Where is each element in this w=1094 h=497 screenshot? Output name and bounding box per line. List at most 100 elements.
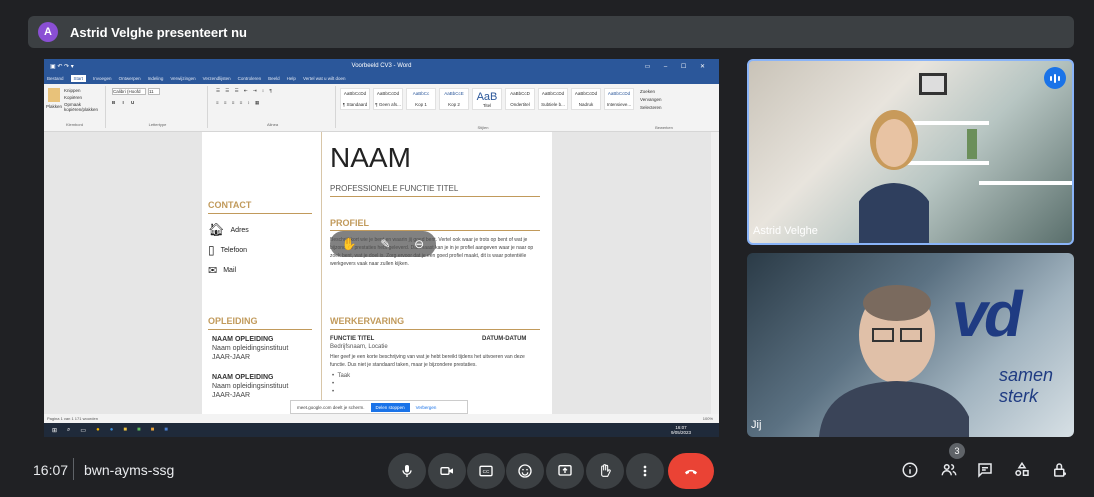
leave-call-button[interactable]: [668, 453, 714, 489]
app-icon[interactable]: ■: [151, 427, 155, 433]
edge-icon[interactable]: ●: [110, 427, 114, 433]
cv-subtitle: PROFESSIONELE FUNCTIE TITEL: [330, 184, 459, 193]
camera-button[interactable]: [428, 453, 466, 489]
replace-button[interactable]: Vervangen: [640, 96, 662, 104]
experience-heading: WERKERVARING: [330, 316, 405, 326]
vertical-scrollbar[interactable]: [711, 132, 719, 414]
ribbon-tab[interactable]: Ontwerpen: [119, 76, 141, 81]
copy-button[interactable]: Kopiëren: [64, 95, 82, 100]
ribbon-tab[interactable]: Invoegen: [93, 76, 112, 81]
self-tile[interactable]: vd samen sterk Jij: [747, 253, 1074, 437]
screen-share-bar: meet.google.com deelt je scherm. Delen s…: [290, 400, 468, 414]
reactions-button[interactable]: [506, 453, 544, 489]
word-icon[interactable]: ■: [164, 427, 168, 433]
style-item[interactable]: AaBbCcDd Intensieve...: [604, 88, 634, 110]
zoom-level[interactable]: 100%: [703, 416, 713, 421]
contact-heading: CONTACT: [208, 200, 252, 210]
style-item[interactable]: AaBbCcD Ondertitel: [505, 88, 535, 110]
more-vert-icon: [643, 465, 647, 477]
ribbon-tab[interactable]: Bestand: [47, 76, 64, 81]
select-button[interactable]: Selecteren: [640, 104, 662, 112]
ribbon-tab-active[interactable]: Start: [70, 75, 87, 82]
style-item[interactable]: AaBbCcDd ¶ Standaard: [340, 88, 370, 110]
speaking-indicator-icon: [1044, 67, 1066, 89]
people-button[interactable]: [937, 458, 961, 482]
education-heading: OPLEIDING: [208, 316, 258, 326]
paste-label[interactable]: Plakken: [46, 104, 62, 109]
contact-mail: ✉ Mail: [208, 265, 237, 277]
hand-icon: ✋: [341, 237, 357, 251]
hide-button[interactable]: Verbergen: [416, 405, 437, 410]
app-icon[interactable]: ■: [137, 427, 141, 433]
windows-start-icon[interactable]: ⊞: [52, 427, 57, 434]
explorer-icon[interactable]: ■: [123, 427, 127, 433]
word-status-bar: Pagina 1 van 1 171 woorden 100%: [44, 414, 719, 423]
tell-me-box[interactable]: Vertel wat u wilt doen: [303, 76, 346, 81]
divider: [208, 213, 312, 214]
style-item[interactable]: AaBbCcE Kop 2: [439, 88, 469, 110]
activities-button[interactable]: [1010, 458, 1034, 482]
present-button[interactable]: [546, 453, 584, 489]
contact-address: 🏠︎ Adres: [208, 222, 249, 237]
styles-label: Stijlen: [477, 125, 489, 130]
chrome-icon[interactable]: ●: [96, 427, 100, 433]
style-item[interactable]: AaBbCcDd ¶ Geen afs...: [373, 88, 403, 110]
phone-icon: ▯: [208, 243, 215, 257]
host-controls-button[interactable]: [1048, 458, 1072, 482]
taskbar-clock: 16:07 9/05/2023: [670, 425, 691, 435]
font-name-box[interactable]: Calibri (Hoofd: [112, 88, 146, 95]
clipboard-group: Plakken Knippen Kopiëren Opmaak kopiëren…: [44, 86, 106, 128]
word-window-title: Voorbeeld CV3 - Word: [351, 63, 412, 69]
self-video: [819, 285, 969, 437]
stop-sharing-button[interactable]: Delen stoppen: [370, 402, 410, 412]
styles-gallery: AaBbCcDd ¶ Standaard AaBbCcDd ¶ Geen afs..…: [340, 88, 634, 110]
ribbon-tab[interactable]: Verwijzingen: [170, 76, 195, 81]
ribbon-tab[interactable]: Controleren: [238, 76, 262, 81]
job-title: FUNCTIE TITEL: [330, 336, 375, 342]
divider: [330, 329, 540, 330]
ribbon-tab[interactable]: Help: [287, 76, 296, 81]
task-view-icon[interactable]: ▭: [80, 427, 86, 434]
meeting-details-button[interactable]: [898, 458, 922, 482]
more-options-button[interactable]: [626, 453, 664, 489]
style-item[interactable]: AaBbCcDd Nadruk: [571, 88, 601, 110]
microphone-button[interactable]: [388, 453, 426, 489]
ribbon-tab[interactable]: Indeling: [148, 76, 164, 81]
style-item[interactable]: AaBbCc Kop 1: [406, 88, 436, 110]
divider: [73, 458, 74, 480]
format-buttons[interactable]: B I U: [112, 100, 137, 105]
raise-hand-button[interactable]: [586, 453, 624, 489]
search-icon[interactable]: ⌕: [67, 427, 70, 434]
people-icon: [941, 464, 957, 476]
find-button[interactable]: Zoeken: [640, 88, 662, 96]
info-icon: [902, 462, 918, 478]
camera-icon: [440, 467, 453, 475]
font-size-box[interactable]: 11: [148, 88, 160, 95]
align-buttons[interactable]: ≡ ≡ ≡ ≡ ↕ ▦: [216, 100, 261, 106]
eraser-icon: ✎: [380, 237, 391, 251]
document-area: NAAM PROFESSIONELE FUNCTIE TITEL CONTACT…: [44, 132, 719, 414]
list-buttons[interactable]: ☰ ☰ ☰ ⇤ ⇥ ↕ ¶: [216, 88, 274, 94]
profile-heading: PROFIEL: [330, 218, 370, 228]
font-label: Lettertype: [148, 122, 167, 127]
document-page: NAAM PROFESSIONELE FUNCTIE TITEL CONTACT…: [202, 132, 552, 414]
sign-text: samen sterk: [999, 365, 1054, 406]
job-date: DATUM-DATUM: [482, 336, 527, 342]
hang-up-icon: [685, 469, 697, 475]
cut-button[interactable]: Knippen: [64, 88, 81, 93]
style-item[interactable]: AaBbCcDd Subtiele b...: [538, 88, 568, 110]
format-painter-button[interactable]: Opmaak kopiëren/plakken: [64, 102, 105, 112]
present-screen-icon: [558, 465, 572, 476]
divider: [330, 196, 540, 197]
chat-button[interactable]: [973, 458, 997, 482]
participant-tile[interactable]: Astrid Velghe: [747, 59, 1074, 245]
quick-access-icons: ▣ ↶ ↷ ▾: [50, 63, 74, 70]
emoji-icon: [518, 464, 532, 478]
ribbon-tab[interactable]: Beeld: [268, 76, 280, 81]
ribbon-tab[interactable]: Verzendlijsten: [203, 76, 231, 81]
captions-button[interactable]: CC: [467, 453, 505, 489]
style-item[interactable]: AaB Titel: [472, 88, 502, 110]
meeting-code: bwn-ayms-ssg: [84, 462, 175, 478]
paste-icon[interactable]: [48, 88, 60, 102]
mail-icon: ✉: [208, 265, 218, 277]
